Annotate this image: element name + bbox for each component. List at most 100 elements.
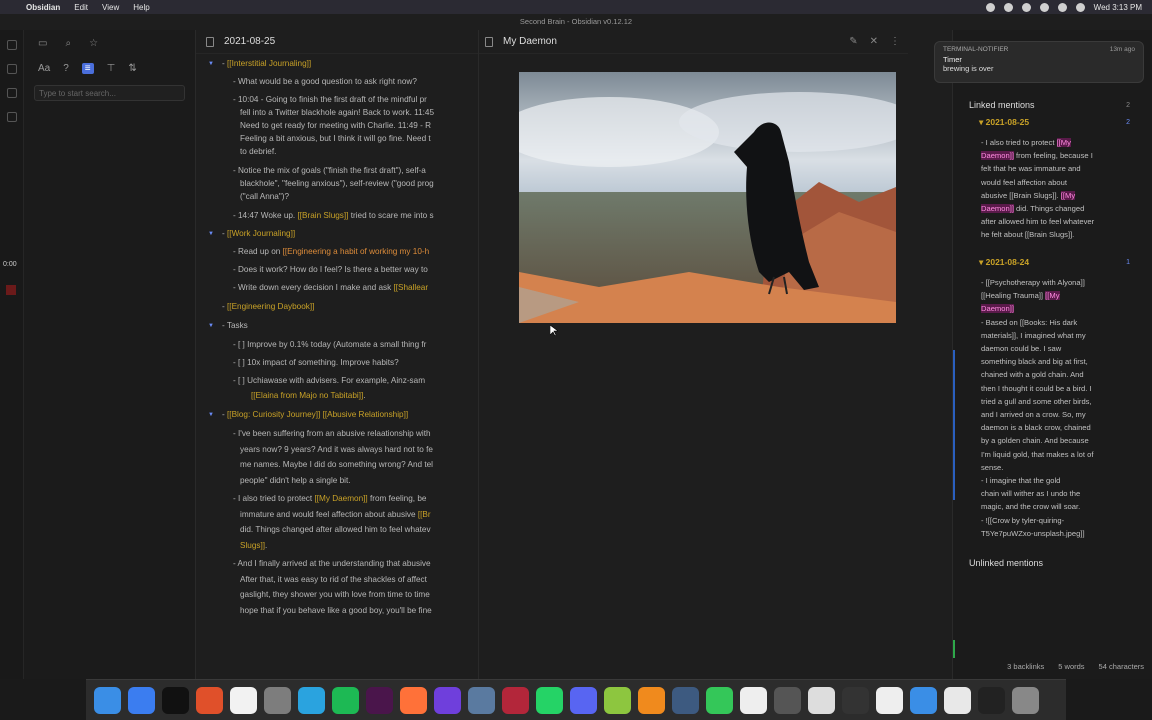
editor-line[interactable]: - 14:47 Woke up. [[Brain Slugs]] tried t… — [233, 210, 434, 222]
editor-line[interactable]: - Read up on [[Engineering a habit of wo… — [233, 246, 429, 258]
telegram-icon[interactable] — [298, 686, 325, 714]
help-icon[interactable]: ? — [63, 63, 69, 74]
folder-icon[interactable]: ▭ — [38, 38, 47, 49]
notion-icon[interactable] — [740, 686, 767, 714]
editor-line[interactable]: - I've been suffering from an abusive re… — [233, 428, 431, 440]
close-icon[interactable]: ✕ — [870, 36, 878, 47]
linked-mentions-heading[interactable]: Linked mentions — [969, 100, 1035, 110]
wiki-link[interactable]: [[Shallear — [393, 283, 428, 292]
editor-line[interactable]: Feeling a bit anxious, but I think it wi… — [240, 133, 431, 145]
spotify-icon[interactable] — [332, 686, 359, 714]
tray-icon[interactable] — [1003, 2, 1013, 12]
backlink-group-title[interactable]: ▾ 2021-08-25 — [979, 117, 1029, 128]
screen-icon[interactable] — [978, 686, 1005, 714]
discord-icon[interactable] — [570, 686, 597, 714]
backlink-mention[interactable]: - I also tried to protect [[My Daemon]] f… — [981, 136, 1117, 242]
editor-line[interactable]: ▼ - Tasks — [208, 320, 248, 332]
wiki-link[interactable]: [[Blog: Curiosity Journey]] — [227, 410, 320, 419]
fold-icon[interactable]: ▼ — [208, 320, 214, 332]
wiki-link[interactable]: [[My Daemon]] — [314, 494, 367, 503]
edit-icon[interactable]: ✎ — [849, 36, 857, 47]
wiki-link[interactable]: [[Work Journaling]] — [227, 229, 295, 238]
highlighted-link[interactable]: [[My — [1060, 190, 1076, 200]
keynote-icon[interactable] — [774, 686, 801, 714]
highlighted-link[interactable]: Daemon]] — [981, 151, 1014, 161]
template-icon[interactable] — [6, 112, 17, 122]
editor-line[interactable]: ▼ - [[Blog: Curiosity Journey]] [[Abusiv… — [208, 409, 409, 421]
collapse-icon[interactable]: ⊤ — [107, 63, 116, 74]
editor-line[interactable]: people" didn't help a single bit. — [240, 475, 351, 487]
fold-icon[interactable]: ▼ — [208, 409, 214, 421]
menu-item-help[interactable]: Help — [133, 3, 149, 12]
editor-line[interactable]: - 10:04 - Going to finish the first draf… — [233, 94, 427, 106]
wiki-link[interactable]: Slugs]] — [240, 541, 265, 550]
finder-icon[interactable] — [94, 686, 121, 714]
editor-line[interactable]: did. Things changed after allowed him to… — [240, 524, 431, 536]
wiki-link[interactable]: [[Engineering a habit of working my 10-h — [283, 247, 430, 256]
editor-line[interactable]: me names. Maybe I did do something wrong… — [240, 459, 433, 471]
dictionary-icon[interactable] — [502, 686, 529, 714]
unlinked-mentions-heading[interactable]: Unlinked mentions — [969, 558, 1043, 568]
whatsapp-icon[interactable] — [536, 686, 563, 714]
editor-line[interactable]: - [ ] 10x impact of something. Improve h… — [233, 357, 399, 369]
search-icon[interactable] — [1075, 2, 1085, 12]
document-icon[interactable] — [944, 686, 971, 714]
wiki-link[interactable]: [[Brain Slugs]] — [297, 211, 348, 220]
editor-line[interactable]: - Write down every decision I make and a… — [233, 282, 428, 294]
obsidian-icon[interactable] — [434, 686, 461, 714]
highlighted-link[interactable]: [[My — [1056, 138, 1071, 147]
highlighted-link[interactable]: [[My — [1045, 291, 1060, 301]
editor-line[interactable]: ("call Anna")? — [240, 191, 289, 203]
wiki-link[interactable]: [[Interstitial Journaling]] — [227, 59, 311, 68]
graph-icon[interactable] — [6, 64, 17, 74]
app-menu[interactable]: Obsidian — [26, 3, 60, 12]
tray-icon[interactable] — [985, 2, 995, 12]
downloads-folder-icon[interactable] — [910, 686, 937, 714]
editor-line[interactable]: ▼ - [[Interstitial Journaling]] — [208, 58, 311, 70]
menu-item-edit[interactable]: Edit — [74, 3, 88, 12]
app-store-icon[interactable] — [128, 686, 155, 714]
brave-icon[interactable] — [196, 686, 223, 714]
editor-line[interactable]: - [ ] Improve by 0.1% today (Automate a … — [233, 339, 426, 351]
more-options-icon[interactable]: ⋮ — [890, 36, 900, 47]
screenshot-icon[interactable] — [672, 686, 699, 714]
notification[interactable]: TERMINAL-NOTIFIER 13m ago Timer brewing … — [934, 41, 1144, 83]
star-icon[interactable]: ☆ — [89, 38, 98, 49]
firefox-icon[interactable] — [400, 686, 427, 714]
backlink-group-title[interactable]: ▾ 2021-08-24 — [979, 257, 1029, 268]
wiki-link[interactable]: [[Abusive Relationship]] — [323, 410, 409, 419]
search-input[interactable]: Type to start search... — [34, 85, 185, 101]
editor-line[interactable]: Need to get ready for meeting with Charl… — [240, 120, 431, 132]
slack-icon[interactable] — [366, 686, 393, 714]
tray-icon[interactable] — [1039, 2, 1049, 12]
messages-icon[interactable] — [706, 686, 733, 714]
highlighted-link[interactable]: Daemon]] — [981, 204, 1014, 214]
android-file-transfer-icon[interactable] — [604, 686, 631, 714]
editor-line[interactable]: - [[Engineering Daybook]] — [222, 301, 314, 313]
menubar-clock[interactable]: Wed 3:13 PM — [1094, 3, 1142, 12]
highlighted-link[interactable]: Daemon]] — [981, 304, 1014, 314]
app-icon-dark[interactable] — [842, 686, 869, 714]
wifi-icon[interactable] — [1057, 2, 1067, 12]
vlc-icon[interactable] — [638, 686, 665, 714]
editor-line[interactable]: After that, it was easy to rid of the sh… — [240, 574, 427, 586]
editor-line[interactable]: ▼ - [[Work Journaling]] — [208, 228, 295, 240]
wiki-link[interactable]: [[Elaina from Majo no Tabitabi]] — [251, 391, 363, 400]
backlink-mention[interactable]: - [[Psychotherapy with Alyona]] [[Healing… — [981, 276, 1117, 540]
editor-line[interactable]: [[Elaina from Majo no Tabitabi]]. — [251, 390, 366, 402]
system-preferences-icon[interactable] — [264, 686, 291, 714]
record-icon[interactable] — [6, 285, 16, 295]
editor-line[interactable]: - And I finally arrived at the understan… — [233, 558, 431, 570]
documents-icon[interactable] — [876, 686, 903, 714]
trash-icon[interactable] — [1012, 686, 1039, 714]
list-icon[interactable]: ≡ — [81, 63, 94, 74]
fold-icon[interactable]: ▼ — [208, 228, 214, 240]
tray-icon[interactable] — [1021, 2, 1031, 12]
editor-line[interactable]: fell into a Twitter blackhole again! Bac… — [240, 107, 434, 119]
fold-icon[interactable]: ▼ — [208, 58, 214, 70]
editor-line[interactable]: - I also tried to protect [[My Daemon]] … — [233, 493, 426, 505]
editor-line[interactable]: Slugs]]. — [240, 540, 267, 552]
editor-line[interactable]: immature and would feel affection about … — [240, 509, 431, 521]
editor-line[interactable]: gaslight, they shower you with love from… — [240, 589, 430, 601]
editor-line[interactable]: hope that if you behave like a good boy,… — [240, 605, 432, 617]
